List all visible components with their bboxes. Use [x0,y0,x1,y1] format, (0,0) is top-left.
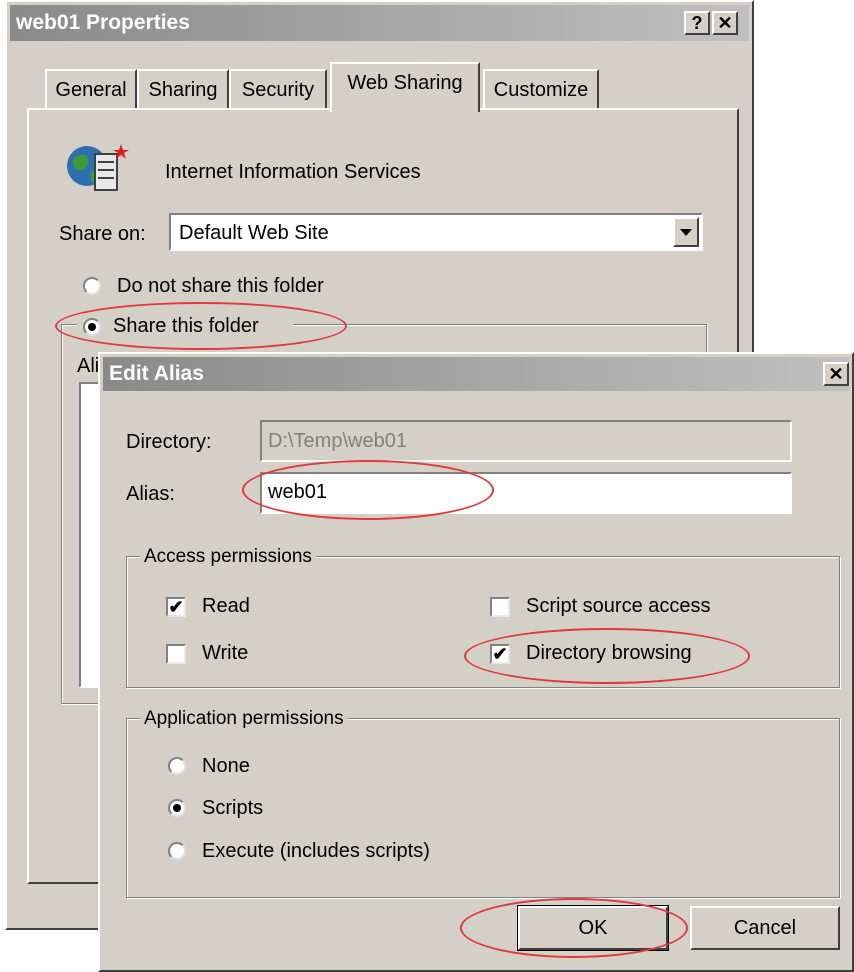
tab-web-sharing[interactable]: Web Sharing [330,62,480,112]
properties-title-bar[interactable]: web01 Properties ? ✕ [10,5,749,41]
do-not-share-label[interactable]: Do not share this folder [117,274,324,298]
close-button[interactable]: ✕ [712,11,738,35]
app-execute-radio[interactable] [168,842,186,860]
alias-label: Alias: [126,483,175,505]
iis-globe-server-icon [65,142,129,192]
share-on-value: Default Web Site [179,222,329,244]
app-scripts-radio[interactable] [168,799,186,817]
access-permissions-label: Access permissions [140,546,316,568]
script-source-label[interactable]: Script source access [526,594,711,618]
directory-label: Directory: [126,431,212,453]
share-folder-highlight [55,302,347,350]
cancel-button[interactable]: Cancel [690,906,840,950]
dropdown-button[interactable] [673,217,699,247]
app-none-radio[interactable] [168,757,186,775]
ok-button-highlight [460,898,688,958]
write-checkbox[interactable] [166,644,186,664]
tab-general[interactable]: General [45,69,137,109]
read-label[interactable]: Read [202,594,250,618]
share-on-label: Share on: [59,223,146,245]
directory-field: D:\Temp\web01 [260,420,792,462]
tab-customize[interactable]: Customize [483,69,599,109]
close-icon: ✕ [717,13,733,33]
edit-alias-dialog: Edit Alias ✕ Directory: D:\Temp\web01 Al… [98,352,854,972]
alias-highlight [242,460,494,520]
service-name-label: Internet Information Services [165,161,421,183]
edit-alias-title: Edit Alias [109,362,204,385]
aliases-label: Ali [77,355,100,377]
directory-value: D:\Temp\web01 [268,430,407,452]
edit-alias-title-bar[interactable]: Edit Alias ✕ [103,357,849,391]
chevron-down-icon [680,229,692,236]
close-icon: ✕ [828,364,844,384]
application-permissions-label: Application permissions [140,708,348,730]
script-source-checkbox[interactable] [490,597,510,617]
app-scripts-label[interactable]: Scripts [202,796,263,820]
write-label[interactable]: Write [202,641,248,665]
do-not-share-radio[interactable] [83,277,101,295]
edit-alias-close-button[interactable]: ✕ [823,362,849,386]
tab-sharing[interactable]: Sharing [137,69,229,109]
directory-browsing-highlight [464,628,750,684]
help-button[interactable]: ? [684,11,710,35]
app-none-label[interactable]: None [202,754,250,778]
share-on-select[interactable]: Default Web Site [169,213,703,251]
read-checkbox[interactable]: ✔ [166,597,186,617]
app-execute-label[interactable]: Execute (includes scripts) [202,839,430,863]
tab-security[interactable]: Security [229,69,327,109]
properties-title: web01 Properties [16,11,190,34]
